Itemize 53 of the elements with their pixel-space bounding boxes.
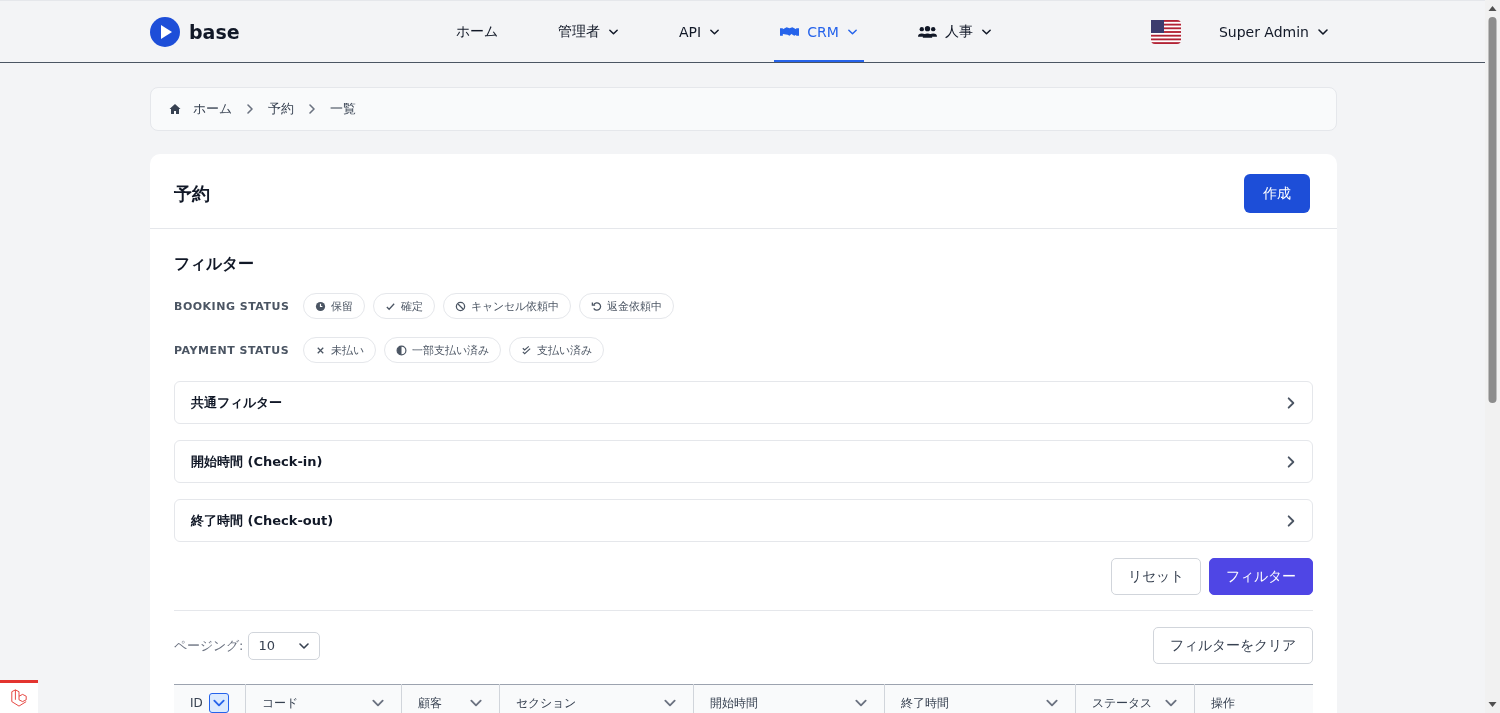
filter-label: BOOKING STATUS bbox=[174, 299, 291, 313]
paging-select[interactable]: 10 bbox=[248, 631, 321, 660]
clock-icon bbox=[315, 300, 326, 312]
filter-chip[interactable]: 保留 bbox=[303, 293, 365, 319]
cube-icon bbox=[10, 689, 28, 707]
column-header[interactable]: ステータス bbox=[1075, 684, 1195, 713]
nav-item[interactable]: 人事 bbox=[911, 1, 998, 62]
accordion-header[interactable]: 開始時間 (Check-in) bbox=[174, 440, 1313, 483]
user-menu[interactable]: Super Admin bbox=[1212, 22, 1335, 41]
column-header[interactable]: 操作 bbox=[1194, 684, 1313, 713]
chevron-right-icon bbox=[244, 103, 256, 115]
create-button[interactable]: 作成 bbox=[1244, 174, 1310, 213]
accordion-header[interactable]: 終了時間 (Check-out) bbox=[174, 499, 1313, 542]
page-title: 予約 bbox=[174, 181, 210, 206]
column-header[interactable]: セクション bbox=[499, 684, 694, 713]
filter-chip[interactable]: キャンセル依頼中 bbox=[443, 293, 571, 319]
filter-title: フィルター bbox=[174, 254, 255, 275]
column-header[interactable]: 終了時間 bbox=[884, 684, 1076, 713]
handshake-icon bbox=[780, 25, 800, 38]
nav-item[interactable]: API bbox=[673, 1, 727, 62]
users-icon bbox=[917, 24, 937, 39]
filter-chip[interactable]: 未払い bbox=[303, 337, 376, 363]
filter-label: PAYMENT STATUS bbox=[174, 343, 291, 357]
chevron-right-icon bbox=[306, 103, 318, 115]
debug-bar-tab[interactable] bbox=[0, 680, 38, 713]
column-header[interactable]: ID bbox=[174, 684, 246, 713]
column-header[interactable]: コード bbox=[245, 684, 402, 713]
nav-item[interactable]: CRM bbox=[774, 1, 864, 62]
flag-icon[interactable] bbox=[1150, 19, 1181, 44]
undo-icon bbox=[591, 300, 602, 312]
filter-chip[interactable]: 確定 bbox=[373, 293, 435, 319]
nav-item[interactable]: 管理者 bbox=[552, 1, 625, 62]
nav-item[interactable]: ホーム bbox=[450, 1, 504, 62]
column-header[interactable]: 顧客 bbox=[401, 684, 500, 713]
logo-text: base bbox=[189, 20, 240, 43]
filter-chip[interactable]: 一部支払い済み bbox=[384, 337, 501, 363]
filter-button[interactable]: フィルター bbox=[1209, 558, 1313, 595]
filter-chip[interactable]: 支払い済み bbox=[509, 337, 604, 363]
column-header[interactable]: 開始時間 bbox=[693, 684, 885, 713]
breadcrumb-item[interactable]: ホーム bbox=[193, 100, 232, 118]
ban-icon bbox=[455, 300, 466, 312]
breadcrumb-item[interactable]: 一覧 bbox=[330, 100, 356, 118]
half-circle-icon bbox=[396, 344, 407, 356]
double-check-icon bbox=[521, 344, 532, 356]
toggle-button[interactable] bbox=[209, 693, 230, 713]
home-icon bbox=[169, 103, 181, 115]
paging-label: ページング: bbox=[174, 636, 244, 655]
clear-filter-button[interactable]: フィルターをクリア bbox=[1153, 627, 1313, 664]
filter-chip[interactable]: 返金依頼中 bbox=[579, 293, 674, 319]
reset-button[interactable]: リセット bbox=[1111, 558, 1201, 595]
logo-icon bbox=[150, 16, 180, 47]
accordion-header[interactable]: 共通フィルター bbox=[174, 381, 1313, 424]
breadcrumb-item[interactable]: 予約 bbox=[268, 100, 294, 118]
